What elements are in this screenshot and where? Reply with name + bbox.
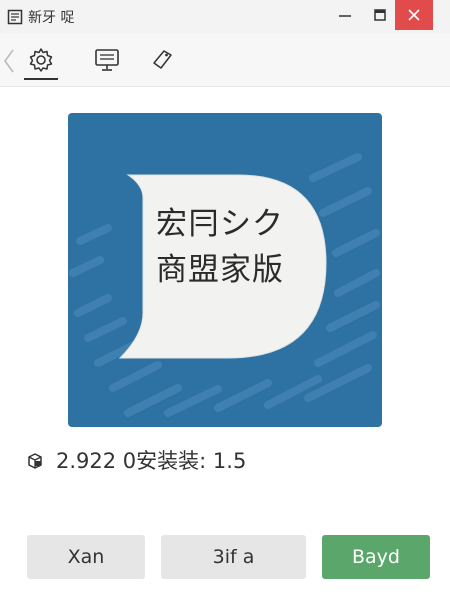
chevron-left-icon [4,49,14,73]
close-icon [408,9,420,21]
first-button[interactable]: Xan [27,535,145,579]
monitor-icon [95,49,119,71]
tab-settings[interactable] [24,44,58,80]
maximize-icon [374,9,386,21]
version-info: 2.922 0安装装: 1.5 [26,446,426,476]
close-button[interactable] [395,0,433,30]
tab-display[interactable] [90,44,124,80]
minimize-button[interactable] [325,0,365,30]
maximize-button[interactable] [360,0,400,30]
tag-icon [153,50,172,69]
version-text: 2.922 0安装装: 1.5 [56,449,247,473]
second-button[interactable]: 3if a [161,535,306,579]
document-icon [7,9,23,25]
title-bar: 新牙 哫 [0,0,450,35]
gear-icon [29,48,53,72]
app-cover-image: 宏冃シク 商盟家版 [68,113,382,427]
toolbar [0,34,450,87]
primary-button[interactable]: Bayd [322,535,430,579]
cover-title-line-2: 商盟家版 [156,252,284,288]
window-title: 新牙 哫 [28,10,75,26]
package-icon [26,452,44,470]
tab-tags[interactable] [146,44,180,80]
back-button[interactable] [2,48,16,74]
minimize-icon [339,15,351,17]
cover-title-line-1: 宏冃シク [156,206,284,242]
cover-title: 宏冃シク 商盟家版 [156,201,316,293]
